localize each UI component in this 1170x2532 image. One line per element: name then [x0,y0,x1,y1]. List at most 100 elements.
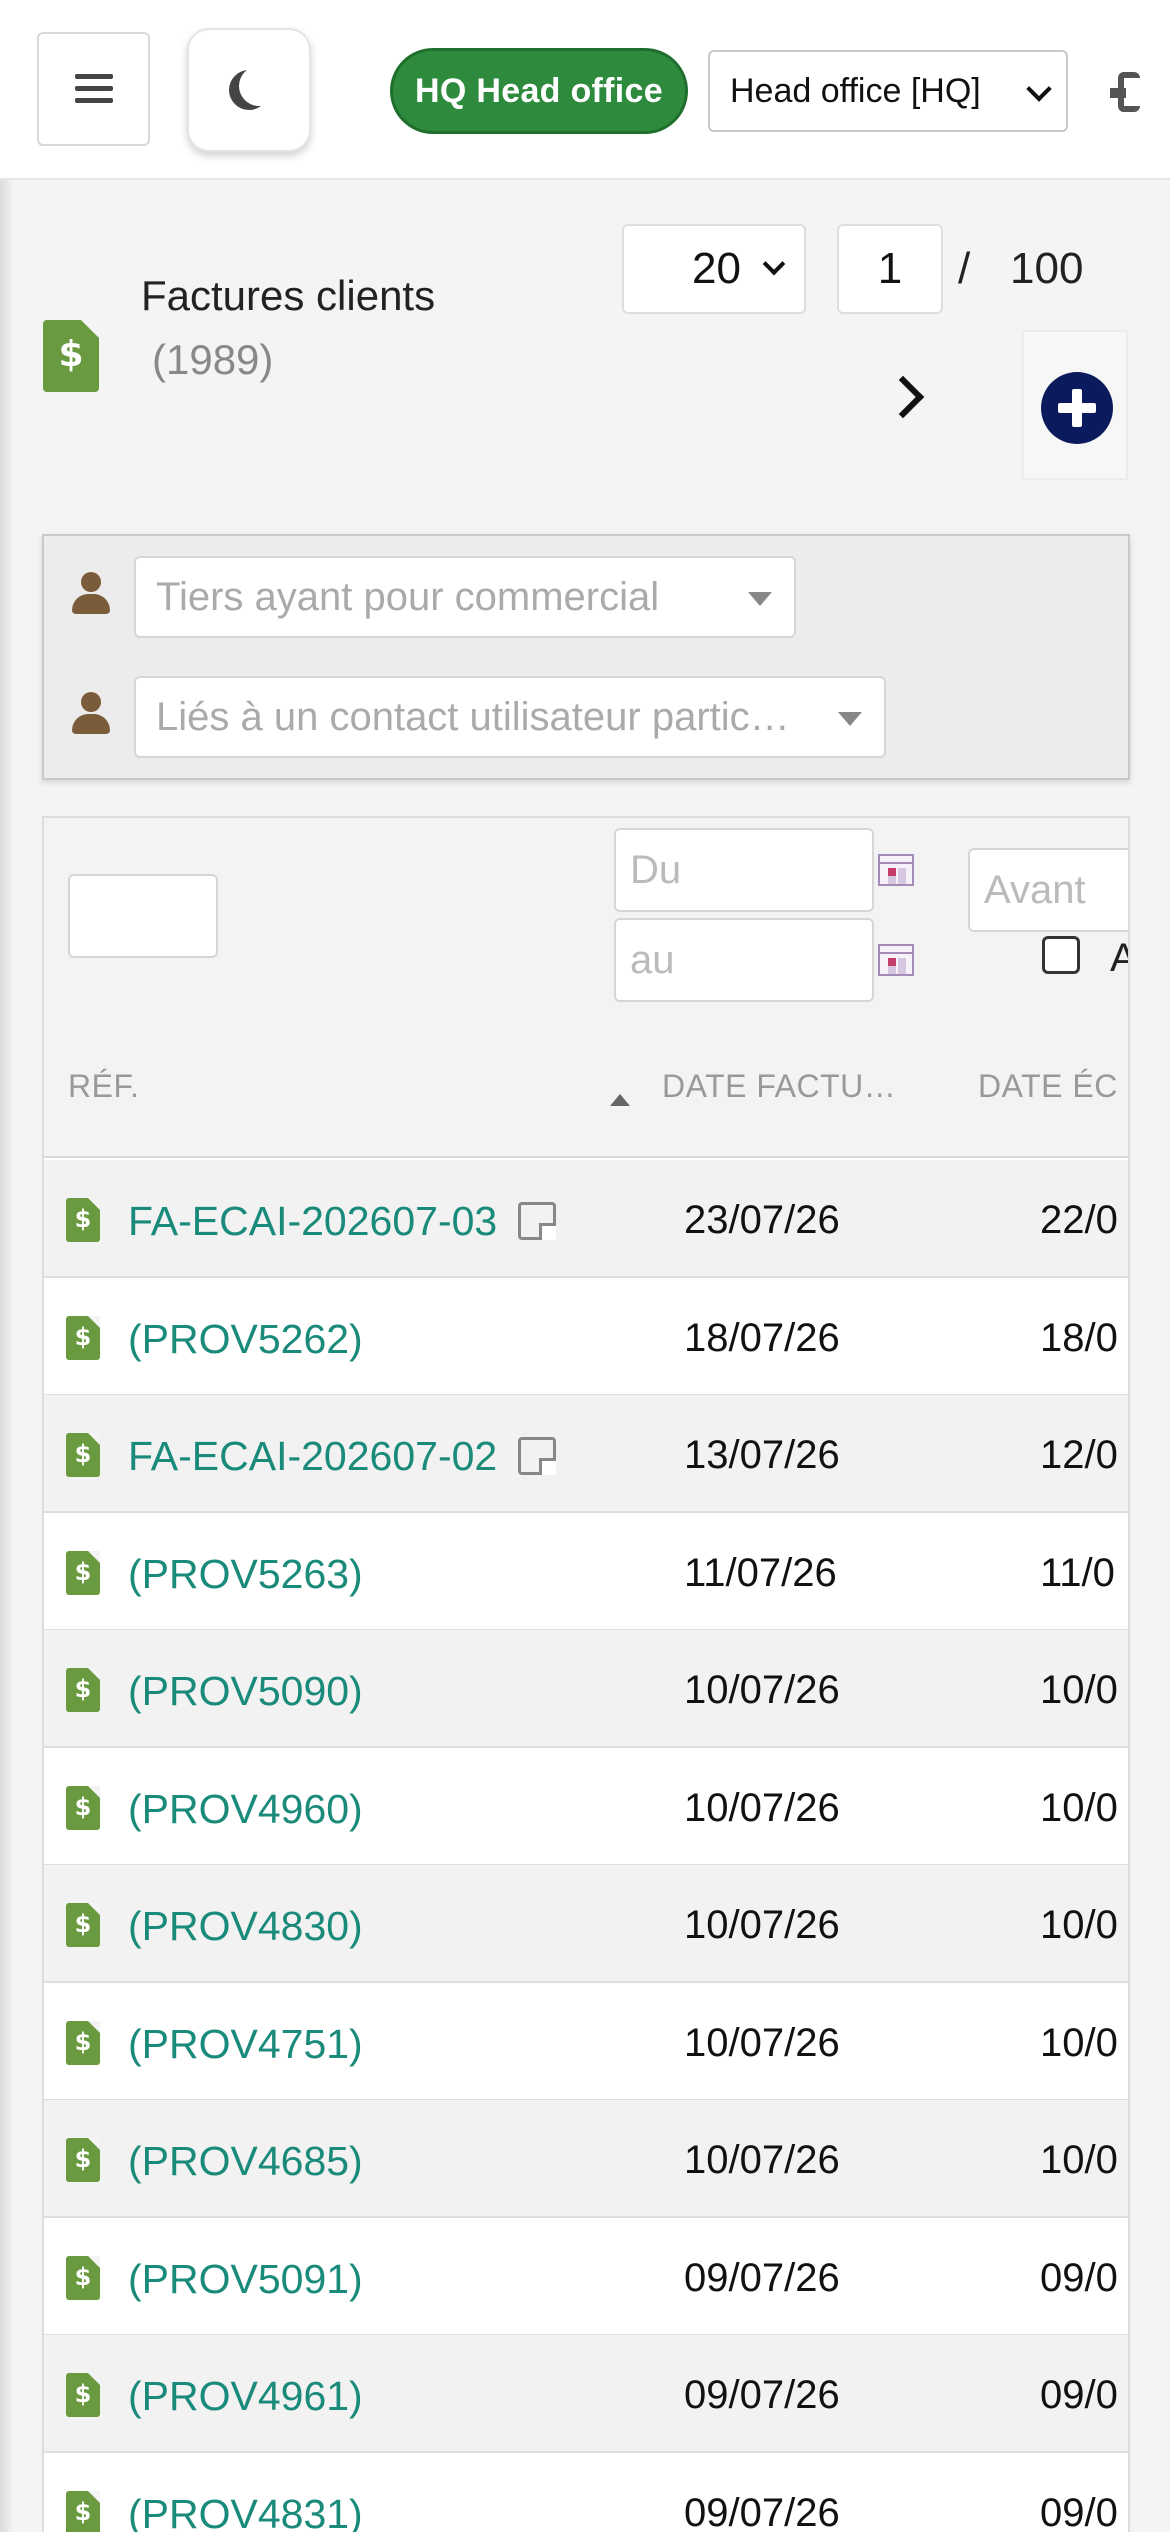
table-row[interactable]: FA-ECAI-202607-02 13/07/26 12/0 [44,1395,1128,1513]
late-checkbox-label: A [1110,936,1128,981]
table-row[interactable]: FA-ECAI-202607-03 23/07/26 22/0 [44,1160,1128,1278]
invoice-ref-link[interactable]: (PROV5262) [128,1316,363,1363]
invoice-ref-link[interactable]: (PROV4831) [128,2491,363,2532]
invoice-date: 10/07/26 [684,1786,840,1830]
invoice-date: 10/07/26 [684,1903,840,1947]
page-title: Factures clients [141,272,436,319]
table-row[interactable]: (PROV4831) 09/07/26 09/0 [44,2453,1128,2532]
invoice-icon[interactable] [66,2138,100,2182]
table-row[interactable]: (PROV4685) 10/07/26 10/0 [44,2100,1128,2218]
invoice-icon[interactable] [66,1198,100,1242]
invoice-icon[interactable] [66,2021,100,2065]
menu-button[interactable] [37,32,150,146]
invoice-date: 09/07/26 [684,2373,840,2417]
column-header-invoice-date[interactable]: DATE FACTU… [662,1068,896,1105]
new-invoice-button[interactable] [1022,330,1128,480]
dropdown-arrow-icon [748,592,772,606]
note-icon[interactable] [518,1202,556,1240]
due-date: 11/0 [1040,1551,1115,1595]
chevron-right-icon [881,375,925,419]
column-header-due-date[interactable]: DATE ÉC [978,1068,1118,1105]
table-row[interactable]: (PROV4830) 10/07/26 10/0 [44,1865,1128,1983]
invoice-ref-link[interactable]: (PROV4960) [128,1786,363,1833]
invoice-date: 10/07/26 [684,1668,840,1712]
invoice-ref-link[interactable]: (PROV5263) [128,1551,363,1598]
column-header-ref[interactable]: RÉF. [68,1068,139,1105]
due-date: 09/0 [1040,2256,1118,2300]
next-page-button[interactable] [881,370,932,426]
chevron-down-icon [762,252,786,276]
invoice-ref-link[interactable]: (PROV4685) [128,2138,363,2185]
due-before-placeholder: Avant [984,867,1086,912]
due-date: 10/0 [1040,2021,1118,2065]
hamburger-icon [74,74,113,104]
contact-placeholder: Liés à un contact utilisateur partic… [156,694,790,739]
page-number-input[interactable]: 1 [837,224,943,314]
invoice-table: Du au Avant A RÉF. DATE FACTU… DATE ÉC F… [42,816,1130,2532]
page-size-select[interactable]: 20 [622,224,806,314]
invoice-ref-link[interactable]: FA-ECAI-202607-02 [128,1433,497,1480]
invoice-icon[interactable] [66,2491,100,2532]
entity-badge[interactable]: HQ Head office [390,48,688,134]
due-date: 12/0 [1040,1433,1118,1477]
invoice-date: 13/07/26 [684,1433,840,1477]
invoice-ref-link[interactable]: FA-ECAI-202607-03 [128,1198,497,1245]
table-row[interactable]: (PROV5263) 11/07/26 11/0 [44,1513,1128,1631]
top-bar: HQ Head office Head office [HQ] [0,0,1170,180]
sales-rep-placeholder: Tiers ayant pour commercial [156,574,660,619]
contact-filter[interactable]: Liés à un contact utilisateur partic… [134,676,886,758]
sort-ascending-icon[interactable] [610,1094,630,1106]
page-size-value: 20 [692,244,741,293]
date-to-placeholder: au [630,937,675,982]
invoice-icon[interactable] [66,2373,100,2417]
invoice-date: 18/07/26 [684,1316,840,1360]
table-row[interactable]: (PROV4961) 09/07/26 09/0 [44,2335,1128,2453]
table-row[interactable]: (PROV5090) 10/07/26 10/0 [44,1630,1128,1748]
table-row[interactable]: (PROV4960) 10/07/26 10/0 [44,1748,1128,1866]
late-checkbox[interactable] [1042,936,1080,974]
logout-icon[interactable] [1110,62,1150,120]
date-to-input[interactable]: au [614,918,874,1002]
ref-filter-input[interactable] [68,874,218,958]
invoice-icon[interactable] [66,1551,100,1595]
invoice-date: 23/07/26 [684,1198,840,1242]
invoice-date: 11/07/26 [684,1551,837,1595]
invoice-date: 10/07/26 [684,2021,840,2065]
invoice-ref-link[interactable]: (PROV5091) [128,2256,363,2303]
sales-rep-filter[interactable]: Tiers ayant pour commercial [134,556,796,638]
invoice-icon[interactable] [66,1433,100,1477]
calendar-icon[interactable] [878,854,914,886]
column-filters-row: Du au Avant A [44,818,1128,1014]
invoice-icon[interactable] [66,1786,100,1830]
due-date: 09/0 [1040,2373,1118,2417]
chevron-down-icon [1026,76,1052,102]
invoice-date: 10/07/26 [684,2138,840,2182]
table-row[interactable]: (PROV5091) 09/07/26 09/0 [44,2218,1128,2336]
record-count: (1989) [152,336,274,383]
due-date: 22/0 [1040,1198,1118,1242]
table-row[interactable]: (PROV5262) 18/07/26 18/0 [44,1278,1128,1396]
date-from-placeholder: Du [630,847,682,892]
moon-icon [239,66,279,106]
page-separator: / [958,244,971,293]
due-date: 18/0 [1040,1316,1118,1360]
invoice-icon [43,320,99,392]
date-from-input[interactable]: Du [614,828,874,912]
entity-select[interactable]: Head office [HQ] [708,50,1068,132]
due-date: 09/0 [1040,2491,1118,2532]
invoice-ref-link[interactable]: (PROV5090) [128,1668,363,1715]
note-icon[interactable] [518,1437,556,1475]
invoice-icon[interactable] [66,1668,100,1712]
due-date: 10/0 [1040,1786,1118,1830]
due-before-input[interactable]: Avant [968,848,1128,932]
invoice-icon[interactable] [66,1316,100,1360]
invoice-ref-link[interactable]: (PROV4830) [128,1903,363,1950]
invoice-date: 09/07/26 [684,2491,840,2532]
calendar-icon[interactable] [878,944,914,976]
invoice-ref-link[interactable]: (PROV4751) [128,2021,363,2068]
invoice-ref-link[interactable]: (PROV4961) [128,2373,363,2420]
table-row[interactable]: (PROV4751) 10/07/26 10/0 [44,1983,1128,2101]
invoice-icon[interactable] [66,1903,100,1947]
invoice-icon[interactable] [66,2256,100,2300]
dark-mode-button[interactable] [187,28,311,152]
